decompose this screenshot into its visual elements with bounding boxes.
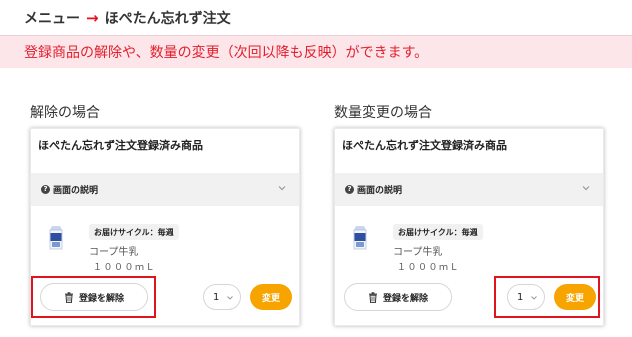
notice-banner: 登録商品の解除や、数量の変更（次回以降も反映）ができます。 xyxy=(0,36,632,68)
card-title: ほぺたん忘れず注文登録済み商品 xyxy=(342,139,507,152)
question-circle-icon: ? xyxy=(41,185,50,194)
chevron-down-icon xyxy=(278,186,286,191)
milk-carton-image xyxy=(49,226,63,250)
accordion-label: 画面の説明 xyxy=(53,186,99,196)
quantity-select[interactable]: 1 xyxy=(203,284,241,310)
question-circle-icon: ? xyxy=(345,185,354,194)
remove-registration-button[interactable]: 登録を解除 xyxy=(344,283,452,311)
change-quantity-button[interactable]: 変更 xyxy=(250,284,292,310)
card-title: ほぺたん忘れず注文登録済み商品 xyxy=(38,139,203,152)
product-volume: １０００ｍＬ xyxy=(397,263,461,273)
section-title-quantity-change: 数量変更の場合 xyxy=(334,105,432,121)
chevron-down-icon xyxy=(582,186,590,191)
highlight-remove-area xyxy=(31,276,156,318)
breadcrumb-current: ほぺたん忘れず注文 xyxy=(104,11,231,27)
explanation-accordion[interactable]: ? 画面の説明 xyxy=(31,173,299,206)
breadcrumb-menu[interactable]: メニュー xyxy=(24,8,80,28)
highlight-quantity-change-area xyxy=(494,276,600,318)
breadcrumb: メニュー → ほぺたん忘れず注文 xyxy=(24,8,231,28)
page-header: メニュー → ほぺたん忘れず注文 xyxy=(0,0,632,36)
milk-carton-image xyxy=(353,226,367,250)
accordion-label: 画面の説明 xyxy=(357,186,403,196)
remove-button-label: 登録を解除 xyxy=(382,293,428,304)
product-volume: １０００ｍＬ xyxy=(93,263,157,273)
trash-icon xyxy=(368,291,377,303)
quantity-value: 1 xyxy=(213,291,220,303)
breadcrumb-arrow-icon: → xyxy=(86,9,99,27)
product-name: コープ牛乳 xyxy=(89,247,139,258)
explanation-accordion[interactable]: ? 画面の説明 xyxy=(335,173,603,206)
product-name: コープ牛乳 xyxy=(393,247,443,258)
delivery-cycle-badge: お届けサイクル：毎週 xyxy=(89,224,179,240)
chevron-down-icon xyxy=(227,296,233,300)
delivery-cycle-badge: お届けサイクル：毎週 xyxy=(393,224,483,240)
section-title-remove: 解除の場合 xyxy=(30,105,100,121)
